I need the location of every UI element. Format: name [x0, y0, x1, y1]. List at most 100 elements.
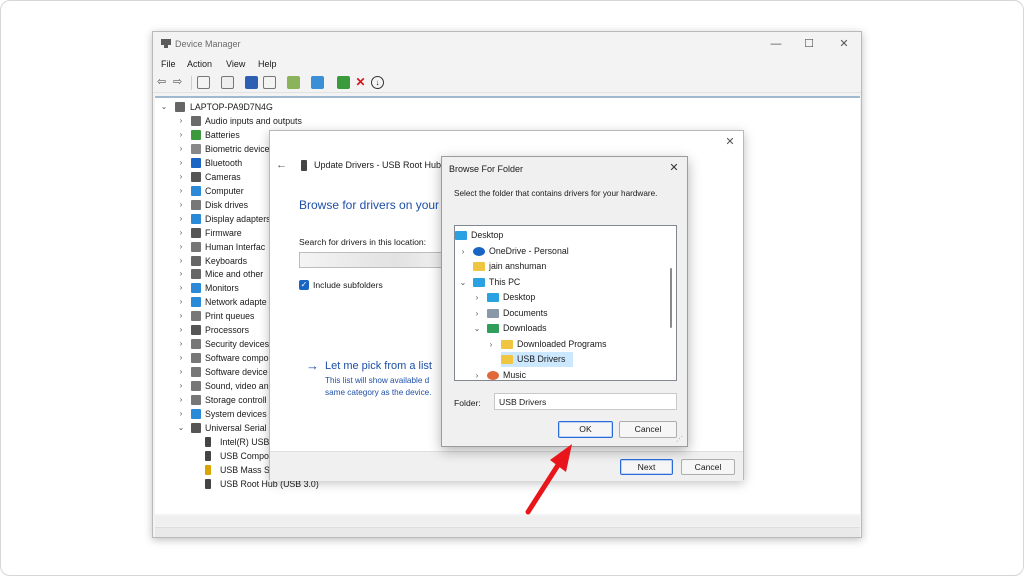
chevron-right-icon[interactable]: ›: [177, 351, 185, 365]
driver-path-input[interactable]: [299, 252, 459, 268]
chevron-right-icon[interactable]: ›: [177, 379, 185, 393]
chevron-right-icon[interactable]: ›: [473, 306, 481, 321]
chevron-right-icon[interactable]: ›: [177, 198, 185, 212]
maximize-button[interactable]: ☐: [794, 36, 824, 52]
chevron-right-icon[interactable]: ›: [177, 156, 185, 170]
chevron-right-icon[interactable]: ›: [177, 170, 185, 184]
tree-category-item[interactable]: › Cameras: [155, 170, 275, 184]
monitor-tool-icon[interactable]: [311, 76, 324, 89]
tree-category-item[interactable]: › Batteries: [155, 128, 275, 142]
chevron-down-icon[interactable]: ⌄: [459, 275, 467, 290]
update-driver-icon[interactable]: [337, 76, 350, 89]
chevron-right-icon[interactable]: ›: [177, 323, 185, 337]
cancel-button[interactable]: Cancel: [681, 459, 735, 475]
chevron-right-icon[interactable]: ›: [177, 309, 185, 323]
download-circle-icon[interactable]: ↓: [371, 76, 384, 89]
tree-category-item[interactable]: › Display adapters: [155, 212, 275, 226]
ok-button[interactable]: OK: [558, 421, 613, 438]
menu-view[interactable]: View: [226, 59, 245, 69]
scan-hardware-icon[interactable]: [287, 76, 300, 89]
include-subfolders-checkbox[interactable]: ✓: [299, 280, 309, 290]
cancel-button[interactable]: Cancel: [619, 421, 677, 438]
menu-help[interactable]: Help: [258, 59, 277, 69]
tree-category-item[interactable]: ⌄ Universal Serial: [155, 421, 275, 435]
tree-category-item[interactable]: › Firmware: [155, 226, 275, 240]
chevron-right-icon[interactable]: ›: [177, 240, 185, 254]
tree-category-item[interactable]: › Computer: [155, 184, 275, 198]
tree-category-item[interactable]: › Monitors: [155, 281, 275, 295]
close-icon[interactable]: ✕: [723, 135, 737, 149]
folder-tree-item[interactable]: › Downloaded Programs: [490, 337, 651, 352]
tree-category-item[interactable]: › Human Interfac: [155, 240, 275, 254]
chevron-down-icon[interactable]: ⌄: [177, 421, 185, 435]
back-arrow-icon[interactable]: ←: [276, 159, 287, 171]
chevron-right-icon[interactable]: ›: [177, 226, 185, 240]
chevron-right-icon[interactable]: ›: [177, 407, 185, 421]
folder-tree-item[interactable]: jain anshuman: [473, 259, 623, 274]
folder-tree-item[interactable]: ⌄ This PC: [460, 275, 623, 290]
chevron-right-icon[interactable]: ›: [177, 295, 185, 309]
tree-category-item[interactable]: › Bluetooth: [155, 156, 275, 170]
folder-tree-item[interactable]: › Music: [476, 368, 637, 381]
folder-tree-item[interactable]: Desktop: [455, 228, 605, 243]
tree-category-item[interactable]: › Storage controll: [155, 393, 275, 407]
vertical-scrollbar[interactable]: [667, 228, 675, 378]
minimize-button[interactable]: —: [761, 36, 791, 52]
tree-category-item[interactable]: › System devices: [155, 407, 275, 421]
tree-category-item[interactable]: › Software device: [155, 365, 275, 379]
resize-grip-icon[interactable]: ⋰: [676, 435, 684, 443]
next-button[interactable]: Next: [620, 459, 673, 475]
tree-category-item[interactable]: › Processors: [155, 323, 275, 337]
forward-arrow-icon[interactable]: ⇨: [173, 76, 186, 89]
horizontal-scrollbar[interactable]: [155, 516, 860, 526]
chevron-right-icon[interactable]: ›: [177, 365, 185, 379]
folder-tree-item[interactable]: › Desktop: [476, 290, 637, 305]
tree-category-item[interactable]: › Sound, video an: [155, 379, 275, 393]
close-icon[interactable]: ✕: [667, 161, 681, 175]
tree-category-item[interactable]: › Software compo: [155, 351, 275, 365]
properties-view-icon[interactable]: [197, 76, 210, 89]
folder-input[interactable]: USB Drivers: [494, 393, 677, 410]
tree-category-item[interactable]: › Biometric device: [155, 142, 275, 156]
tree-category-item[interactable]: › Network adapte: [155, 295, 275, 309]
chevron-down-icon[interactable]: ⌄: [160, 100, 168, 114]
tree-category-item[interactable]: › Keyboards: [155, 254, 275, 268]
tree-category-item[interactable]: › Security devices: [155, 337, 275, 351]
chevron-right-icon[interactable]: ›: [459, 244, 467, 259]
chevron-right-icon[interactable]: ›: [177, 281, 185, 295]
chevron-right-icon[interactable]: ›: [177, 128, 185, 142]
chevron-right-icon[interactable]: ›: [177, 254, 185, 268]
include-subfolders-label[interactable]: Include subfolders: [313, 280, 383, 290]
folder-tree-item[interactable]: › Documents: [476, 306, 637, 321]
tree-root[interactable]: ⌄ LAPTOP-PA9D7N4G: [155, 100, 455, 114]
chevron-right-icon[interactable]: ›: [177, 337, 185, 351]
tree-category-item[interactable]: › Audio inputs and outputs: [155, 114, 302, 128]
uninstall-x-icon[interactable]: ✕: [354, 76, 367, 89]
arrow-right-icon[interactable]: →: [306, 358, 319, 373]
details-icon[interactable]: [221, 76, 234, 89]
chevron-right-icon[interactable]: ›: [487, 337, 495, 352]
tree-category-item[interactable]: › Print queues: [155, 309, 275, 323]
chevron-right-icon[interactable]: ›: [177, 142, 185, 156]
folder-tree[interactable]: Desktop › OneDrive - Personal jain anshuman…: [454, 225, 677, 381]
chevron-down-icon[interactable]: ⌄: [473, 321, 481, 336]
menu-action[interactable]: Action: [187, 59, 212, 69]
tree-category-item[interactable]: › Mice and other: [155, 267, 275, 281]
chevron-right-icon[interactable]: ›: [177, 212, 185, 226]
close-button[interactable]: ✕: [829, 36, 859, 52]
tree-category-item[interactable]: › Disk drives: [155, 198, 275, 212]
chevron-right-icon[interactable]: ›: [177, 114, 185, 128]
view-icon[interactable]: [263, 76, 276, 89]
folder-tree-item[interactable]: ⌄ Downloads: [474, 321, 637, 336]
back-arrow-icon[interactable]: ⇦: [157, 76, 170, 89]
chevron-right-icon[interactable]: ›: [177, 184, 185, 198]
folder-tree-item[interactable]: › OneDrive - Personal: [462, 244, 623, 259]
chevron-right-icon[interactable]: ›: [177, 393, 185, 407]
pick-from-list-link[interactable]: Let me pick from a list: [325, 360, 432, 372]
menu-file[interactable]: File: [161, 59, 176, 69]
folder-tree-item[interactable]: USB Drivers: [501, 352, 573, 367]
chevron-right-icon[interactable]: ›: [473, 368, 481, 381]
chevron-right-icon[interactable]: ›: [473, 290, 481, 305]
help-icon[interactable]: [245, 76, 258, 89]
chevron-right-icon[interactable]: ›: [177, 267, 185, 281]
